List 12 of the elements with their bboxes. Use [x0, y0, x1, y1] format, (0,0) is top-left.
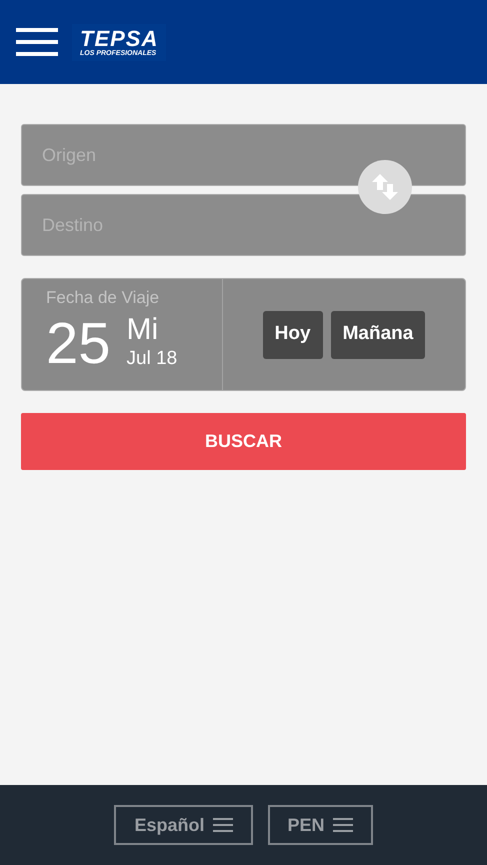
- month-year: Jul 18: [126, 346, 178, 370]
- day-number: 25: [46, 315, 111, 373]
- date-label: Fecha de Viaje: [46, 287, 160, 309]
- quick-date-button[interactable]: Hoy: [262, 310, 323, 358]
- currency-button[interactable]: PEN: [268, 805, 373, 845]
- weekday: Mi: [126, 314, 160, 344]
- menu-icon: [212, 818, 232, 832]
- language-button[interactable]: Español: [114, 805, 252, 845]
- menu-icon[interactable]: [16, 28, 58, 56]
- quick-date-button[interactable]: Mañana: [330, 310, 426, 358]
- menu-icon: [332, 818, 353, 832]
- search-button[interactable]: BUSCAR: [21, 413, 466, 470]
